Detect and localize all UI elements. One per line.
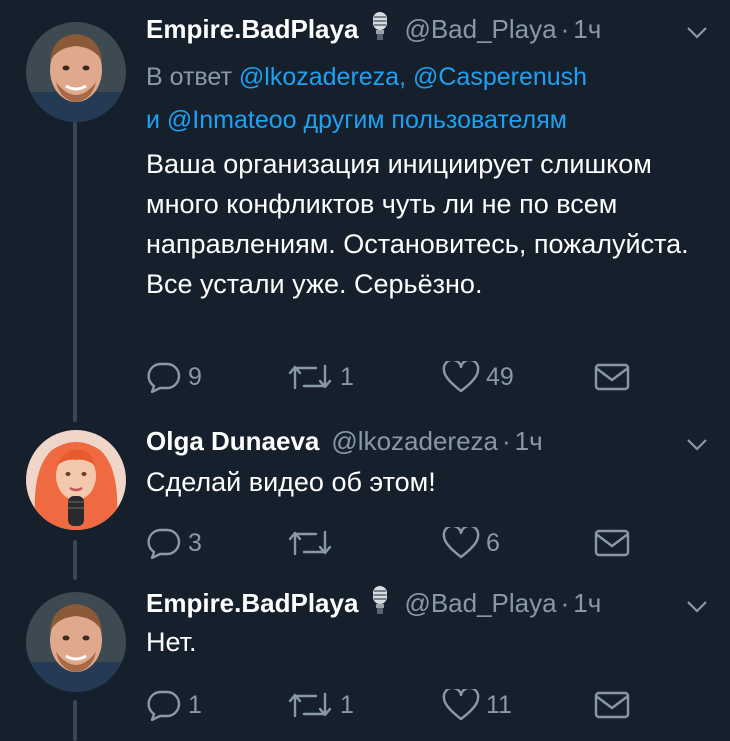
tweet-header: Olga Dunaeva @lkozadereza · 1ч: [146, 424, 543, 458]
avatar[interactable]: [26, 22, 126, 122]
chevron-down-icon[interactable]: [686, 26, 708, 45]
others-link[interactable]: другим пользователям: [304, 106, 567, 134]
tweet-actions: 9 1 49: [146, 360, 646, 394]
like-button[interactable]: 6: [442, 526, 500, 560]
reply-icon: [146, 689, 182, 721]
reply-icon: [146, 527, 182, 559]
heart-icon: [442, 689, 480, 721]
envelope-icon: [594, 691, 630, 719]
retweet-button[interactable]: 1: [286, 688, 354, 722]
separator: ·: [560, 587, 570, 618]
envelope-icon: [594, 529, 630, 557]
like-count: 49: [486, 362, 514, 391]
tweet[interactable]: Empire.BadPlaya @Bad_Playa · 1ч В ответ …: [0, 11, 730, 402]
tweet-actions: 3 6: [146, 526, 646, 560]
retweet-button[interactable]: 1: [286, 360, 354, 394]
separator: ·: [560, 13, 570, 44]
tweet[interactable]: Olga Dunaeva @lkozadereza · 1ч Сделай ви…: [0, 424, 730, 574]
chevron-down-icon[interactable]: [686, 600, 708, 619]
retweet-icon: [286, 528, 334, 558]
tweet-text: Ваша организация инициирует слишком мног…: [146, 149, 689, 299]
like-button[interactable]: 49: [442, 360, 514, 394]
tweet[interactable]: Empire.BadPlaya @Bad_Playa · 1ч Нет. 1 1…: [0, 585, 730, 736]
avatar[interactable]: [26, 592, 126, 692]
timestamp[interactable]: 1ч: [515, 426, 543, 457]
retweet-button[interactable]: [286, 526, 340, 560]
like-count: 6: [486, 528, 500, 557]
display-name[interactable]: Empire.BadPlaya: [146, 14, 358, 45]
retweet-count: 1: [340, 690, 354, 719]
reply-button[interactable]: 1: [146, 688, 202, 722]
microphone-icon: [370, 11, 390, 48]
reply-context: В ответ @lkozadereza, @Casperenush и @In…: [146, 56, 706, 142]
tweet-header: Empire.BadPlaya @Bad_Playa · 1ч: [146, 11, 601, 48]
separator: ·: [502, 425, 511, 456]
direct-message-button[interactable]: [594, 360, 630, 394]
chevron-down-icon[interactable]: [686, 438, 708, 457]
mention-link[interactable]: @lkozadereza,: [239, 63, 406, 91]
reply-count: 1: [188, 690, 202, 719]
avatar[interactable]: [26, 430, 126, 530]
like-button[interactable]: 11: [442, 688, 512, 722]
like-count: 11: [486, 690, 512, 719]
timestamp[interactable]: 1ч: [573, 14, 601, 45]
retweet-icon: [286, 690, 334, 720]
reply-count: 3: [188, 528, 202, 557]
timestamp[interactable]: 1ч: [573, 588, 601, 619]
display-name[interactable]: Olga Dunaeva: [146, 426, 319, 457]
mention-link[interactable]: @Casperenush: [413, 63, 587, 91]
heart-icon: [442, 361, 480, 393]
direct-message-button[interactable]: [594, 526, 630, 560]
mention-link[interactable]: @Inmateoo: [167, 106, 297, 134]
tweet-text: Сделай видео об этом!: [146, 467, 436, 497]
tweet-header: Empire.BadPlaya @Bad_Playa · 1ч: [146, 585, 601, 622]
retweet-icon: [286, 362, 334, 392]
heart-icon: [442, 527, 480, 559]
reply-prefix: В ответ: [146, 63, 232, 91]
reply-icon: [146, 361, 182, 393]
reply-conjunction: и: [146, 106, 160, 134]
direct-message-button[interactable]: [594, 688, 630, 722]
reply-count: 9: [188, 362, 202, 391]
retweet-count: 1: [340, 362, 354, 391]
reply-button[interactable]: 9: [146, 360, 202, 394]
tweet-actions: 1 1 11: [146, 688, 646, 722]
reply-button[interactable]: 3: [146, 526, 202, 560]
display-name[interactable]: Empire.BadPlaya: [146, 588, 358, 619]
envelope-icon: [594, 363, 630, 391]
user-handle[interactable]: @lkozadereza: [331, 426, 498, 457]
user-handle[interactable]: @Bad_Playa: [404, 14, 556, 45]
tweet-text: Нет.: [146, 627, 197, 657]
microphone-icon: [370, 585, 390, 622]
user-handle[interactable]: @Bad_Playa: [404, 588, 556, 619]
